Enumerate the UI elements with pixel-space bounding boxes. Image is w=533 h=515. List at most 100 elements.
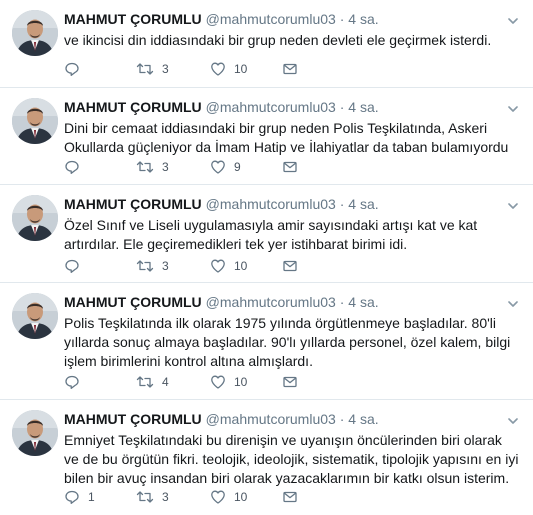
heart-icon bbox=[210, 159, 226, 175]
timestamp[interactable]: 4 sa. bbox=[348, 411, 378, 427]
reply-count: 1 bbox=[88, 490, 95, 504]
reply-icon bbox=[64, 159, 80, 175]
separator-dot: · bbox=[339, 196, 345, 212]
chevron-down-icon[interactable] bbox=[507, 413, 519, 425]
like-count: 10 bbox=[234, 259, 248, 273]
tweet[interactable]: MAHMUT ÇORUMLU @mahmutcorumlu03 · 4 sa. D… bbox=[0, 88, 533, 185]
chevron-down-icon[interactable] bbox=[507, 198, 519, 210]
retweet-count: 4 bbox=[162, 375, 169, 389]
heart-icon bbox=[210, 61, 226, 77]
reply-button[interactable]: 1 bbox=[64, 488, 95, 506]
separator-dot: · bbox=[339, 294, 345, 310]
retweet-icon bbox=[136, 159, 154, 175]
like-button[interactable]: 10 bbox=[210, 488, 247, 506]
like-button[interactable]: 10 bbox=[210, 257, 247, 275]
direct-message-button[interactable] bbox=[282, 488, 298, 506]
profile-photo bbox=[12, 10, 58, 56]
like-button[interactable]: 9 bbox=[210, 158, 241, 176]
display-name[interactable]: MAHMUT ÇORUMLU bbox=[64, 411, 202, 427]
user-handle[interactable]: @mahmutcorumlu03 bbox=[206, 294, 336, 310]
chevron-down-icon[interactable] bbox=[507, 101, 519, 113]
avatar[interactable] bbox=[12, 410, 58, 456]
like-button[interactable]: 10 bbox=[210, 373, 247, 391]
retweet-count: 3 bbox=[162, 259, 169, 273]
timestamp[interactable]: 4 sa. bbox=[348, 294, 378, 310]
tweet-actions: 3 9 bbox=[64, 158, 304, 176]
chevron-down-icon[interactable] bbox=[507, 13, 519, 25]
avatar[interactable] bbox=[12, 195, 58, 241]
tweet-text: Özel Sınıf ve Liseli uygulamasıyla amir … bbox=[64, 217, 478, 252]
display-name[interactable]: MAHMUT ÇORUMLU bbox=[64, 294, 202, 310]
like-count: 9 bbox=[234, 160, 241, 174]
retweet-icon bbox=[136, 374, 154, 390]
profile-photo bbox=[12, 410, 58, 456]
direct-message-button[interactable] bbox=[282, 257, 298, 275]
reply-button[interactable] bbox=[64, 60, 88, 78]
tweet[interactable]: MAHMUT ÇORUMLU @mahmutcorumlu03 · 4 sa. Ö… bbox=[0, 185, 533, 283]
display-name[interactable]: MAHMUT ÇORUMLU bbox=[64, 99, 202, 115]
reply-button[interactable] bbox=[64, 158, 88, 176]
like-count: 10 bbox=[234, 62, 248, 76]
heart-icon bbox=[210, 489, 226, 505]
tweet[interactable]: MAHMUT ÇORUMLU @mahmutcorumlu03 · 4 sa. E… bbox=[0, 400, 533, 515]
profile-photo bbox=[12, 293, 58, 339]
avatar[interactable] bbox=[12, 10, 58, 56]
tweet-text: ve ikincisi din iddiasındaki bir grup ne… bbox=[64, 32, 492, 48]
tweet-actions: 3 10 bbox=[64, 60, 304, 78]
retweet-button[interactable]: 3 bbox=[136, 488, 169, 506]
display-name[interactable]: MAHMUT ÇORUMLU bbox=[64, 196, 202, 212]
retweet-icon bbox=[136, 489, 154, 505]
timestamp[interactable]: 4 sa. bbox=[348, 11, 378, 27]
tweet[interactable]: MAHMUT ÇORUMLU @mahmutcorumlu03 · 4 sa. P… bbox=[0, 283, 533, 400]
envelope-icon bbox=[282, 374, 298, 390]
tweet-actions: 4 10 bbox=[64, 373, 304, 391]
envelope-icon bbox=[282, 489, 298, 505]
timestamp[interactable]: 4 sa. bbox=[348, 196, 378, 212]
avatar[interactable] bbox=[12, 98, 58, 144]
user-handle[interactable]: @mahmutcorumlu03 bbox=[206, 11, 336, 27]
user-handle[interactable]: @mahmutcorumlu03 bbox=[206, 196, 336, 212]
retweet-count: 3 bbox=[162, 160, 169, 174]
reply-icon bbox=[64, 489, 80, 505]
tweet[interactable]: MAHMUT ÇORUMLU @mahmutcorumlu03 · 4 sa. v… bbox=[0, 0, 533, 88]
user-handle[interactable]: @mahmutcorumlu03 bbox=[206, 99, 336, 115]
tweet-actions: 1 3 10 bbox=[64, 488, 304, 506]
chevron-down-icon[interactable] bbox=[507, 296, 519, 308]
tweet-timeline: MAHMUT ÇORUMLU @mahmutcorumlu03 · 4 sa. v… bbox=[0, 0, 533, 515]
like-button[interactable]: 10 bbox=[210, 60, 247, 78]
direct-message-button[interactable] bbox=[282, 60, 298, 78]
heart-icon bbox=[210, 374, 226, 390]
retweet-button[interactable]: 4 bbox=[136, 373, 169, 391]
retweet-icon bbox=[136, 258, 154, 274]
like-count: 10 bbox=[234, 375, 248, 389]
retweet-button[interactable]: 3 bbox=[136, 158, 169, 176]
retweet-button[interactable]: 3 bbox=[136, 257, 169, 275]
profile-photo bbox=[12, 195, 58, 241]
reply-button[interactable] bbox=[64, 257, 88, 275]
retweet-button[interactable]: 3 bbox=[136, 60, 169, 78]
separator-dot: · bbox=[339, 99, 345, 115]
display-name[interactable]: MAHMUT ÇORUMLU bbox=[64, 11, 202, 27]
like-count: 10 bbox=[234, 490, 248, 504]
profile-photo bbox=[12, 98, 58, 144]
tweet-actions: 3 10 bbox=[64, 257, 304, 275]
retweet-count: 3 bbox=[162, 62, 169, 76]
envelope-icon bbox=[282, 159, 298, 175]
envelope-icon bbox=[282, 61, 298, 77]
reply-icon bbox=[64, 61, 80, 77]
reply-icon bbox=[64, 258, 80, 274]
reply-icon bbox=[64, 374, 80, 390]
user-handle[interactable]: @mahmutcorumlu03 bbox=[206, 411, 336, 427]
separator-dot: · bbox=[339, 411, 345, 427]
envelope-icon bbox=[282, 258, 298, 274]
separator-dot: · bbox=[339, 11, 345, 27]
tweet-text: Polis Teşkilatında ilk olarak 1975 yılın… bbox=[64, 315, 511, 369]
direct-message-button[interactable] bbox=[282, 158, 298, 176]
reply-button[interactable] bbox=[64, 373, 88, 391]
avatar[interactable] bbox=[12, 293, 58, 339]
retweet-icon bbox=[136, 61, 154, 77]
tweet-text: Emniyet Teşkilatındaki bu direnişin ve u… bbox=[64, 432, 519, 486]
direct-message-button[interactable] bbox=[282, 373, 298, 391]
timestamp[interactable]: 4 sa. bbox=[348, 99, 378, 115]
heart-icon bbox=[210, 258, 226, 274]
